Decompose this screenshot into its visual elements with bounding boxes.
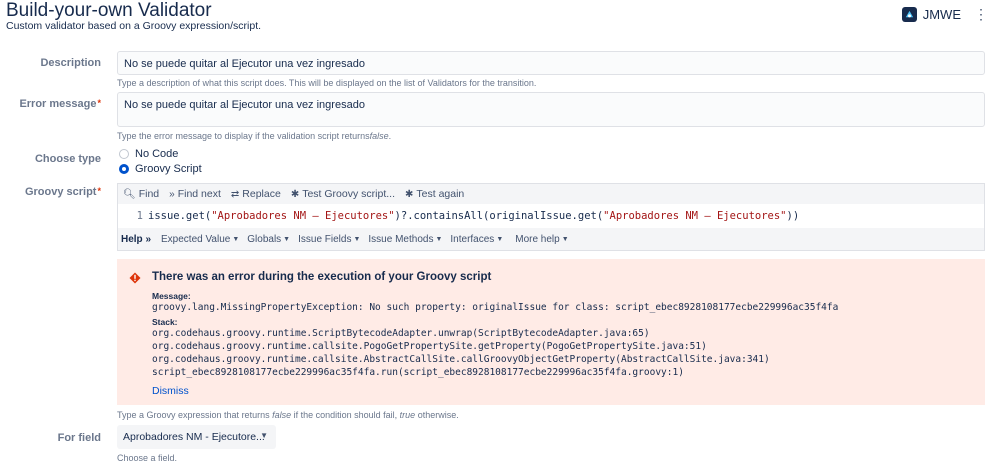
error-message-input[interactable]: No se puede quitar al Ejecutor una vez i… [117,92,985,127]
find-next-icon: » [169,188,175,200]
jmwe-logo-icon [901,6,917,22]
description-help: Type a description of what this script d… [117,78,537,88]
menu-label: More help [515,233,560,245]
stack-line: org.codehaus.groovy.runtime.ScriptByteco… [152,328,650,339]
search-icon: 🔍︎ [123,188,136,200]
menu-label: Interfaces [450,233,495,245]
error-message-heading: Message: [152,291,191,301]
page-subtitle: Custom validator based on a Groovy expre… [6,20,262,32]
error-icon [129,272,141,284]
error-message-help-text: Type the error message to display if the… [117,131,370,141]
menu-label: Issue Fields [298,233,352,245]
script-help-italic: false [272,410,292,420]
code-line[interactable]: issue.get("Aprobadores NM – Ejecutores")… [148,210,799,222]
jmwe-app-header: JMWE ⋮ [901,5,988,23]
groovy-script-editor[interactable]: 🔍︎ Find » Find next ⇄ Replace ✱ Test Gro… [117,183,985,251]
radio-checked-icon[interactable] [119,164,129,174]
code-string: "Aprobadores NM – Ejecutores" [211,210,395,222]
more-help-menu[interactable]: More help ▼ [515,234,568,245]
chevron-down-icon: ▼ [561,235,569,243]
script-help: Type a Groovy expression that returns fa… [117,410,459,420]
code-string: "Aprobadores NM – Ejecutores" [603,210,787,222]
find-next-label: Find next [177,188,221,200]
error-panel: There was an error during the execution … [117,259,985,405]
menu-label: Globals [247,233,282,245]
expected-value-menu[interactable]: Expected Value ▼ [161,234,239,245]
editor-help-bar: Help » Expected Value ▼ Globals ▼ Issue Fi… [118,228,984,250]
globals-menu[interactable]: Globals ▼ [247,234,290,245]
description-label-text: Description [40,57,101,69]
chevron-down-icon: ▼ [496,235,504,243]
description-input[interactable]: No se puede quitar al Ejecutor una vez i… [117,51,985,75]
script-help-text: if the condition should fail, [291,410,400,420]
find-button[interactable]: 🔍︎ Find [123,188,159,200]
description-label: Description [0,57,101,69]
stack-line: org.codehaus.groovy.runtime.callsite.Abs… [152,354,770,365]
for-field-help: Choose a field. [117,453,178,463]
dismiss-button[interactable]: Dismiss [152,385,189,397]
error-title: There was an error during the execution … [152,271,492,283]
for-field-label: For field [0,432,101,444]
more-vertical-icon[interactable]: ⋮ [974,5,988,23]
issue-methods-menu[interactable]: Issue Methods ▼ [368,234,442,245]
line-number: 1 [136,210,143,222]
code-token: )) [786,210,800,222]
for-field-value: Aprobadores NM - Ejecutore... [123,431,265,443]
bug-icon: ✱ [405,188,414,200]
for-field-label-text: For field [57,432,101,444]
for-field-select[interactable]: Aprobadores NM - Ejecutore... ▼ [117,425,276,449]
menu-label: Expected Value [161,233,231,245]
chevron-down-icon: ▼ [283,235,291,243]
error-message-label: Error message* [0,98,101,110]
test-script-label: Test Groovy script... [302,188,395,200]
radio-no-code[interactable]: No Code [119,148,178,160]
error-message-help-italic: false [369,131,389,141]
error-message-help-suffix: . [388,131,392,141]
find-label: Find [138,188,160,200]
chevron-down-icon: ▼ [260,431,268,440]
chevron-down-icon: ▼ [435,235,443,243]
page-title: Build-your-own Validator [6,0,212,21]
choose-type-label: Choose type [0,153,101,165]
radio-unchecked-icon[interactable] [119,149,129,159]
menu-label: Issue Methods [368,233,434,245]
script-help-text: Type a Groovy expression that returns [117,410,273,420]
choose-type-label-text: Choose type [34,153,101,165]
bug-icon: ✱ [290,188,300,200]
groovy-script-label: Groovy script* [0,186,101,198]
groovy-script-label-text: Groovy script [24,186,97,198]
error-message-help: Type the error message to display if the… [117,131,391,141]
stack-heading: Stack: [152,317,178,327]
script-help-italic: true [399,410,416,420]
test-again-label: Test again [416,188,465,200]
test-again-button[interactable]: ✱ Test again [405,188,464,200]
error-message-label-text: Error message [19,98,97,110]
replace-label: Replace [242,188,281,200]
chevron-down-icon: ▼ [232,235,240,243]
replace-button[interactable]: ⇄ Replace [231,188,281,200]
help-toggle[interactable]: Help » [121,234,151,245]
chevron-down-icon: ▼ [353,235,361,243]
editor-toolbar: 🔍︎ Find » Find next ⇄ Replace ✱ Test Gro… [118,184,984,204]
find-next-button[interactable]: » Find next [169,188,221,200]
script-help-text: otherwise. [415,410,459,420]
radio-groovy-script[interactable]: Groovy Script [119,163,202,175]
replace-icon: ⇄ [230,188,240,200]
code-token: )?.containsAll(originalIssue.get( [394,210,604,222]
radio-groovy-script-label: Groovy Script [135,163,202,175]
code-token: issue.get( [148,210,212,222]
stack-line: org.codehaus.groovy.runtime.callsite.Pog… [152,341,707,352]
issue-fields-menu[interactable]: Issue Fields ▼ [298,234,360,245]
radio-no-code-label: No Code [135,148,179,160]
test-script-button[interactable]: ✱ Test Groovy script... [291,188,395,200]
stack-line: script_ebec8928108177ecbe229996ac35f4fa.… [152,367,684,378]
code-area[interactable]: 1 issue.get("Aprobadores NM – Ejecutores… [118,204,984,228]
error-message-text: groovy.lang.MissingPropertyException: No… [152,302,839,313]
required-asterisk: * [97,186,101,196]
interfaces-menu[interactable]: Interfaces ▼ [450,234,503,245]
jmwe-label: JMWE [922,6,961,22]
required-asterisk: * [97,98,101,108]
